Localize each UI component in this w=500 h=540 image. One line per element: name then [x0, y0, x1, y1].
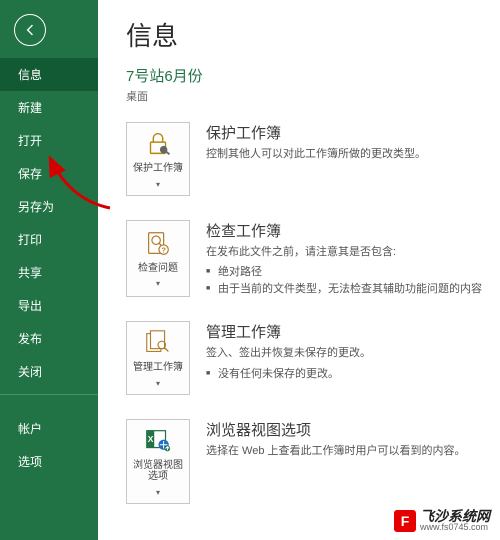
chevron-down-icon: ▾ [156, 180, 160, 189]
chevron-down-icon: ▾ [156, 488, 160, 497]
protect-icon [143, 129, 173, 159]
list-item: 绝对路径 [206, 264, 490, 281]
section-0: 保护工作簿▾保护工作簿控制其他人可以对此工作簿所做的更改类型。 [126, 122, 490, 196]
section-button-1[interactable]: ? 检查问题 ▾ [126, 220, 190, 298]
watermark-url: www.fs0745.com [420, 523, 490, 532]
main-panel: 信息 7号站6月份 桌面 保护工作簿▾保护工作簿控制其他人可以对此工作簿所做的更… [98, 0, 500, 540]
nav-item-8[interactable]: 发布 [0, 322, 98, 355]
section-heading: 检查工作簿 [206, 220, 490, 241]
section-button-3[interactable]: X 浏览器视图选项 ▾ [126, 419, 190, 504]
section-heading: 浏览器视图选项 [206, 419, 490, 440]
section-desc: 在发布此文件之前，请注意其是否包含: [206, 245, 490, 261]
nav-item-5[interactable]: 打印 [0, 223, 98, 256]
section-desc: 签入、签出并恢复未保存的更改。 [206, 346, 490, 362]
section-1: ? 检查问题 ▾ 检查工作簿在发布此文件之前，请注意其是否包含: 绝对路径由于当前的文件… [126, 220, 490, 298]
svg-text:X: X [148, 434, 154, 444]
button-label: 浏览器视图选项 [129, 460, 187, 483]
nav-footer-0[interactable]: 帐户 [0, 412, 98, 445]
section-2: 管理工作簿▾管理工作簿签入、签出并恢复未保存的更改。没有任何未保存的更改。 [126, 321, 490, 395]
nav-item-7[interactable]: 导出 [0, 289, 98, 322]
button-label: 保护工作簿 [133, 163, 183, 175]
nav-item-6[interactable]: 共享 [0, 256, 98, 289]
section-info: 浏览器视图选项选择在 Web 上查看此工作簿时用户可以看到的内容。 [206, 419, 490, 504]
document-location: 桌面 [126, 88, 490, 104]
chevron-down-icon: ▾ [156, 379, 160, 388]
nav-item-0[interactable]: 信息 [0, 58, 98, 91]
watermark-name: 飞沙系统网 [420, 509, 490, 523]
section-info: 保护工作簿控制其他人可以对此工作簿所做的更改类型。 [206, 122, 490, 196]
svg-text:?: ? [161, 245, 166, 254]
section-list: 没有任何未保存的更改。 [206, 366, 490, 383]
document-name[interactable]: 7号站6月份 [126, 65, 490, 86]
manage-icon [143, 328, 173, 358]
section-info: 检查工作簿在发布此文件之前，请注意其是否包含: 绝对路径由于当前的文件类型，无法检… [206, 220, 490, 298]
watermark-icon: F [394, 510, 416, 532]
list-item: 没有任何未保存的更改。 [206, 366, 490, 383]
section-button-0[interactable]: 保护工作簿 ▾ [126, 122, 190, 196]
section-info: 管理工作簿签入、签出并恢复未保存的更改。没有任何未保存的更改。 [206, 321, 490, 395]
section-3: X浏览器视图选项▾浏览器视图选项选择在 Web 上查看此工作簿时用户可以看到的内… [126, 419, 490, 504]
section-desc: 控制其他人可以对此工作簿所做的更改类型。 [206, 147, 490, 163]
section-list: 绝对路径由于当前的文件类型，无法检查其辅助功能问题的内容 [206, 264, 490, 297]
watermark: F 飞沙系统网 www.fs0745.com [394, 509, 490, 532]
page-title: 信息 [126, 16, 490, 53]
nav-item-4[interactable]: 另存为 [0, 190, 98, 223]
back-button[interactable] [14, 14, 46, 46]
section-heading: 保护工作簿 [206, 122, 490, 143]
nav-item-3[interactable]: 保存 [0, 157, 98, 190]
list-item: 由于当前的文件类型，无法检查其辅助功能问题的内容 [206, 281, 490, 298]
nav-item-2[interactable]: 打开 [0, 124, 98, 157]
button-label: 检查问题 [138, 263, 178, 275]
nav-item-1[interactable]: 新建 [0, 91, 98, 124]
nav-footer-1[interactable]: 选项 [0, 445, 98, 478]
button-label: 管理工作簿 [133, 362, 183, 374]
arrow-left-icon [22, 22, 38, 38]
chevron-down-icon: ▾ [156, 279, 160, 288]
section-desc: 选择在 Web 上查看此工作簿时用户可以看到的内容。 [206, 444, 490, 460]
nav-item-9[interactable]: 关闭 [0, 355, 98, 388]
section-heading: 管理工作簿 [206, 321, 490, 342]
inspect-icon: ? [143, 229, 173, 259]
browser-icon: X [143, 426, 173, 456]
section-button-2[interactable]: 管理工作簿 ▾ [126, 321, 190, 395]
backstage-sidebar: 信息新建打开保存另存为打印共享导出发布关闭 帐户选项 [0, 0, 98, 540]
